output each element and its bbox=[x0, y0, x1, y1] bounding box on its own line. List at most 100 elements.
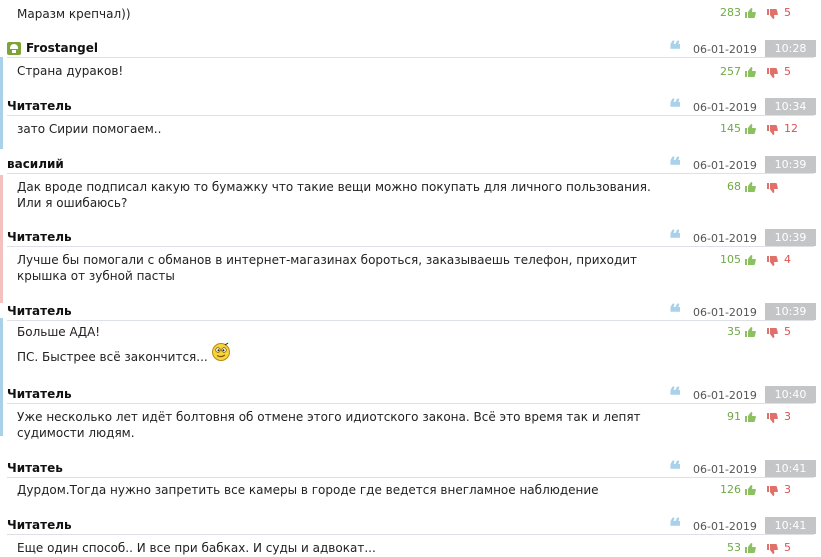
downvote-count: 4 bbox=[784, 253, 791, 266]
thumbs-down-icon[interactable] bbox=[766, 327, 778, 339]
quote-icon[interactable]: ❝ bbox=[669, 153, 681, 179]
comment-rating: 126 3 bbox=[650, 483, 820, 499]
comment-header: Frostangel ❝ 06-01-2019 10:28 bbox=[0, 37, 821, 63]
comment-header: Читатель ❝ 06-01-2019 10:34 bbox=[0, 95, 821, 121]
upvote-count: 68 bbox=[727, 180, 741, 193]
divider bbox=[7, 534, 814, 535]
upvote-count: 91 bbox=[727, 410, 741, 423]
quote-icon[interactable]: ❝ bbox=[669, 226, 681, 252]
comment-date: 06-01-2019 bbox=[693, 232, 757, 245]
quote-icon[interactable]: ❝ bbox=[669, 514, 681, 540]
comment-header: Читатель ❝ 06-01-2019 10:39 bbox=[0, 226, 821, 252]
upvote-count: 145 bbox=[720, 122, 741, 135]
smiley-icon bbox=[212, 342, 230, 361]
thumbs-up-icon[interactable] bbox=[744, 7, 756, 19]
thumbs-up-icon[interactable] bbox=[744, 484, 756, 496]
thumbs-down-icon[interactable] bbox=[766, 124, 778, 136]
comment-author[interactable]: Читатель bbox=[7, 230, 72, 244]
comment-author[interactable]: Читатель bbox=[7, 304, 72, 318]
quote-icon[interactable]: ❝ bbox=[669, 300, 681, 326]
comment-text: Дак вроде подписал какую то бумажку что … bbox=[17, 180, 651, 194]
comment-author[interactable]: Frostangel bbox=[26, 41, 98, 55]
comment-date: 06-01-2019 bbox=[693, 389, 757, 402]
thumbs-down-icon[interactable] bbox=[766, 67, 778, 79]
thumbs-up-icon[interactable] bbox=[744, 411, 756, 423]
comment-date: 06-01-2019 bbox=[693, 43, 757, 56]
comment-time: 10:34 bbox=[765, 98, 816, 115]
comment-header: Читатеь ❝ 06-01-2019 10:41 bbox=[0, 457, 821, 483]
thumbs-up-icon[interactable] bbox=[744, 66, 756, 78]
thumbs-down-icon[interactable] bbox=[766, 543, 778, 555]
comment-date: 06-01-2019 bbox=[693, 159, 757, 172]
comment-date: 06-01-2019 bbox=[693, 306, 757, 319]
comment-text: Или я ошибаюсь? bbox=[17, 196, 128, 210]
divider bbox=[7, 57, 814, 58]
comment-text: Больше АДА! bbox=[17, 325, 101, 339]
comment-header: василий ❝ 06-01-2019 10:39 bbox=[0, 153, 821, 179]
comment-header: Читатель ❝ 06-01-2019 10:39 bbox=[0, 300, 821, 326]
comment-rating: 53 5 bbox=[650, 541, 820, 557]
thumbs-up-icon[interactable] bbox=[744, 254, 756, 266]
divider bbox=[7, 246, 814, 247]
quote-icon[interactable]: ❝ bbox=[669, 457, 681, 483]
comment-author[interactable]: Читатель bbox=[7, 99, 72, 113]
downvote-count: 3 bbox=[784, 483, 791, 496]
comment-text: Дурдом.Тогда нужно запретить все камеры … bbox=[17, 483, 599, 497]
divider bbox=[7, 403, 814, 404]
comment-time: 10:41 bbox=[765, 517, 816, 534]
upvote-count: 105 bbox=[720, 253, 741, 266]
downvote-count: 3 bbox=[784, 410, 791, 423]
comment-text: Маразм крепчал)) bbox=[17, 7, 131, 21]
thumbs-up-icon[interactable] bbox=[744, 123, 756, 135]
thumbs-down-icon[interactable] bbox=[766, 8, 778, 20]
comment-text-line: ПС. Быстрее всё закончится... bbox=[17, 350, 208, 364]
thumbs-up-icon[interactable] bbox=[744, 326, 756, 338]
upvote-count: 53 bbox=[727, 541, 741, 554]
thumbs-up-icon[interactable] bbox=[744, 181, 756, 193]
upvote-count: 35 bbox=[727, 325, 741, 338]
comment-text: судимости людям. bbox=[17, 426, 135, 440]
downvote-count: 5 bbox=[784, 65, 791, 78]
quote-icon[interactable]: ❝ bbox=[669, 37, 681, 63]
upvote-count: 257 bbox=[720, 65, 741, 78]
comment-author[interactable]: василий bbox=[7, 157, 64, 171]
comment-rating: 68 bbox=[650, 180, 820, 196]
comment-author[interactable]: Читатель bbox=[7, 518, 72, 532]
thumbs-down-icon[interactable] bbox=[766, 485, 778, 497]
comment-author[interactable]: Читатеь bbox=[7, 461, 63, 475]
comment-text: ПС. Быстрее всё закончится... bbox=[17, 349, 657, 365]
downvote-count: 12 bbox=[784, 122, 798, 135]
comment-rating: 283 5 bbox=[650, 6, 820, 22]
comment-header: Читатель ❝ 06-01-2019 10:40 bbox=[0, 383, 821, 409]
comment-text: Еще один способ.. И все при бабках. И су… bbox=[17, 541, 376, 555]
comment-text: крышка от зубной пасты bbox=[17, 269, 175, 283]
thumbs-down-icon[interactable] bbox=[766, 412, 778, 424]
comment-rating: 35 5 bbox=[650, 325, 820, 341]
thumbs-down-icon[interactable] bbox=[766, 255, 778, 267]
comment-time: 10:28 bbox=[765, 40, 816, 57]
comment-time: 10:39 bbox=[765, 303, 816, 320]
comment-date: 06-01-2019 bbox=[693, 463, 757, 476]
quote-icon[interactable]: ❝ bbox=[669, 383, 681, 409]
comment-time: 10:39 bbox=[765, 156, 816, 173]
comment-date: 06-01-2019 bbox=[693, 101, 757, 114]
comment-text: Лучше бы помогали с обманов в интернет-м… bbox=[17, 253, 638, 267]
comment-author[interactable]: Читатель bbox=[7, 387, 72, 401]
upvote-count: 126 bbox=[720, 483, 741, 496]
thumbs-up-icon[interactable] bbox=[744, 542, 756, 554]
upvote-count: 283 bbox=[720, 6, 741, 19]
quote-icon[interactable]: ❝ bbox=[669, 95, 681, 121]
downvote-count: 5 bbox=[784, 541, 791, 554]
thumbs-down-icon[interactable] bbox=[766, 182, 778, 194]
comment-rating: 257 5 bbox=[650, 65, 820, 81]
comment-text: Страна дураков! bbox=[17, 64, 124, 78]
comment-rating: 145 12 bbox=[650, 122, 820, 138]
divider bbox=[7, 477, 814, 478]
accent-bar bbox=[0, 318, 3, 436]
comment-text: зато Сирии помогаем.. bbox=[17, 122, 162, 136]
user-icon bbox=[7, 42, 21, 55]
downvote-count: 5 bbox=[784, 325, 791, 338]
comment-header: Читатель ❝ 06-01-2019 10:41 bbox=[0, 514, 821, 540]
comment-date: 06-01-2019 bbox=[693, 520, 757, 533]
divider bbox=[7, 115, 814, 116]
